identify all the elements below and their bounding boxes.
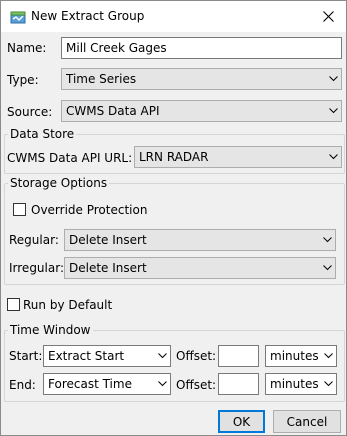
type-label: Type: (7, 73, 39, 87)
override-protection-label: Override Protection (31, 203, 148, 217)
new-extract-group-dialog: New Extract Group Name: Type: Time Serie… (0, 0, 347, 436)
name-input[interactable] (61, 37, 342, 59)
start-units-value: minutes (270, 349, 319, 363)
time-window-title: Time Window (8, 323, 93, 337)
chevron-down-icon (154, 374, 170, 394)
start-offset-input[interactable] (218, 345, 259, 367)
end-offset-label: Offset: (176, 378, 217, 392)
chevron-down-icon (325, 101, 341, 121)
run-by-default-checkbox[interactable] (7, 298, 20, 311)
regular-value: Delete Insert (69, 233, 147, 247)
extract-group-icon (10, 9, 26, 25)
irregular-select[interactable]: Delete Insert (64, 257, 336, 279)
storage-options-title: Storage Options (8, 176, 110, 190)
data-store-title: Data Store (8, 127, 77, 141)
source-value: CWMS Data API (66, 104, 160, 118)
chevron-down-icon (320, 346, 336, 366)
end-label: End: (9, 378, 36, 392)
cancel-button[interactable]: Cancel (273, 410, 341, 433)
ok-button[interactable]: OK (218, 410, 265, 433)
chevron-down-icon (319, 230, 335, 250)
regular-select[interactable]: Delete Insert (64, 229, 336, 251)
close-button[interactable] (310, 1, 346, 32)
start-label: Start: (9, 349, 43, 363)
type-select[interactable]: Time Series (61, 68, 342, 90)
cwms-url-select[interactable]: LRN RADAR (134, 146, 342, 168)
cwms-url-label: CWMS Data API URL: (7, 151, 133, 165)
close-icon (322, 11, 334, 22)
source-label: Source: (7, 105, 53, 119)
source-select[interactable]: CWMS Data API (61, 100, 342, 122)
chevron-down-icon (319, 258, 335, 278)
cwms-url-value: LRN RADAR (139, 150, 209, 164)
chevron-down-icon (325, 69, 341, 89)
start-select[interactable]: Extract Start (43, 345, 171, 367)
end-value: Forecast Time (48, 377, 132, 391)
regular-label: Regular: (9, 233, 59, 247)
run-by-default-label: Run by Default (23, 298, 113, 312)
chevron-down-icon (154, 346, 170, 366)
start-units-select[interactable]: minutes (265, 345, 337, 367)
chevron-down-icon (325, 147, 341, 167)
end-units-select[interactable]: minutes (265, 373, 337, 395)
name-label: Name: (7, 41, 47, 55)
chevron-down-icon (320, 374, 336, 394)
start-offset-label: Offset: (176, 349, 217, 363)
irregular-value: Delete Insert (69, 261, 147, 275)
start-value: Extract Start (48, 349, 125, 363)
type-value: Time Series (66, 72, 137, 86)
override-protection-checkbox[interactable] (13, 203, 26, 216)
title-bar: New Extract Group (1, 1, 346, 32)
end-units-value: minutes (270, 377, 319, 391)
end-select[interactable]: Forecast Time (43, 373, 171, 395)
irregular-label: Irregular: (9, 261, 64, 275)
dialog-title: New Extract Group (31, 9, 145, 23)
end-offset-input[interactable] (218, 373, 259, 395)
